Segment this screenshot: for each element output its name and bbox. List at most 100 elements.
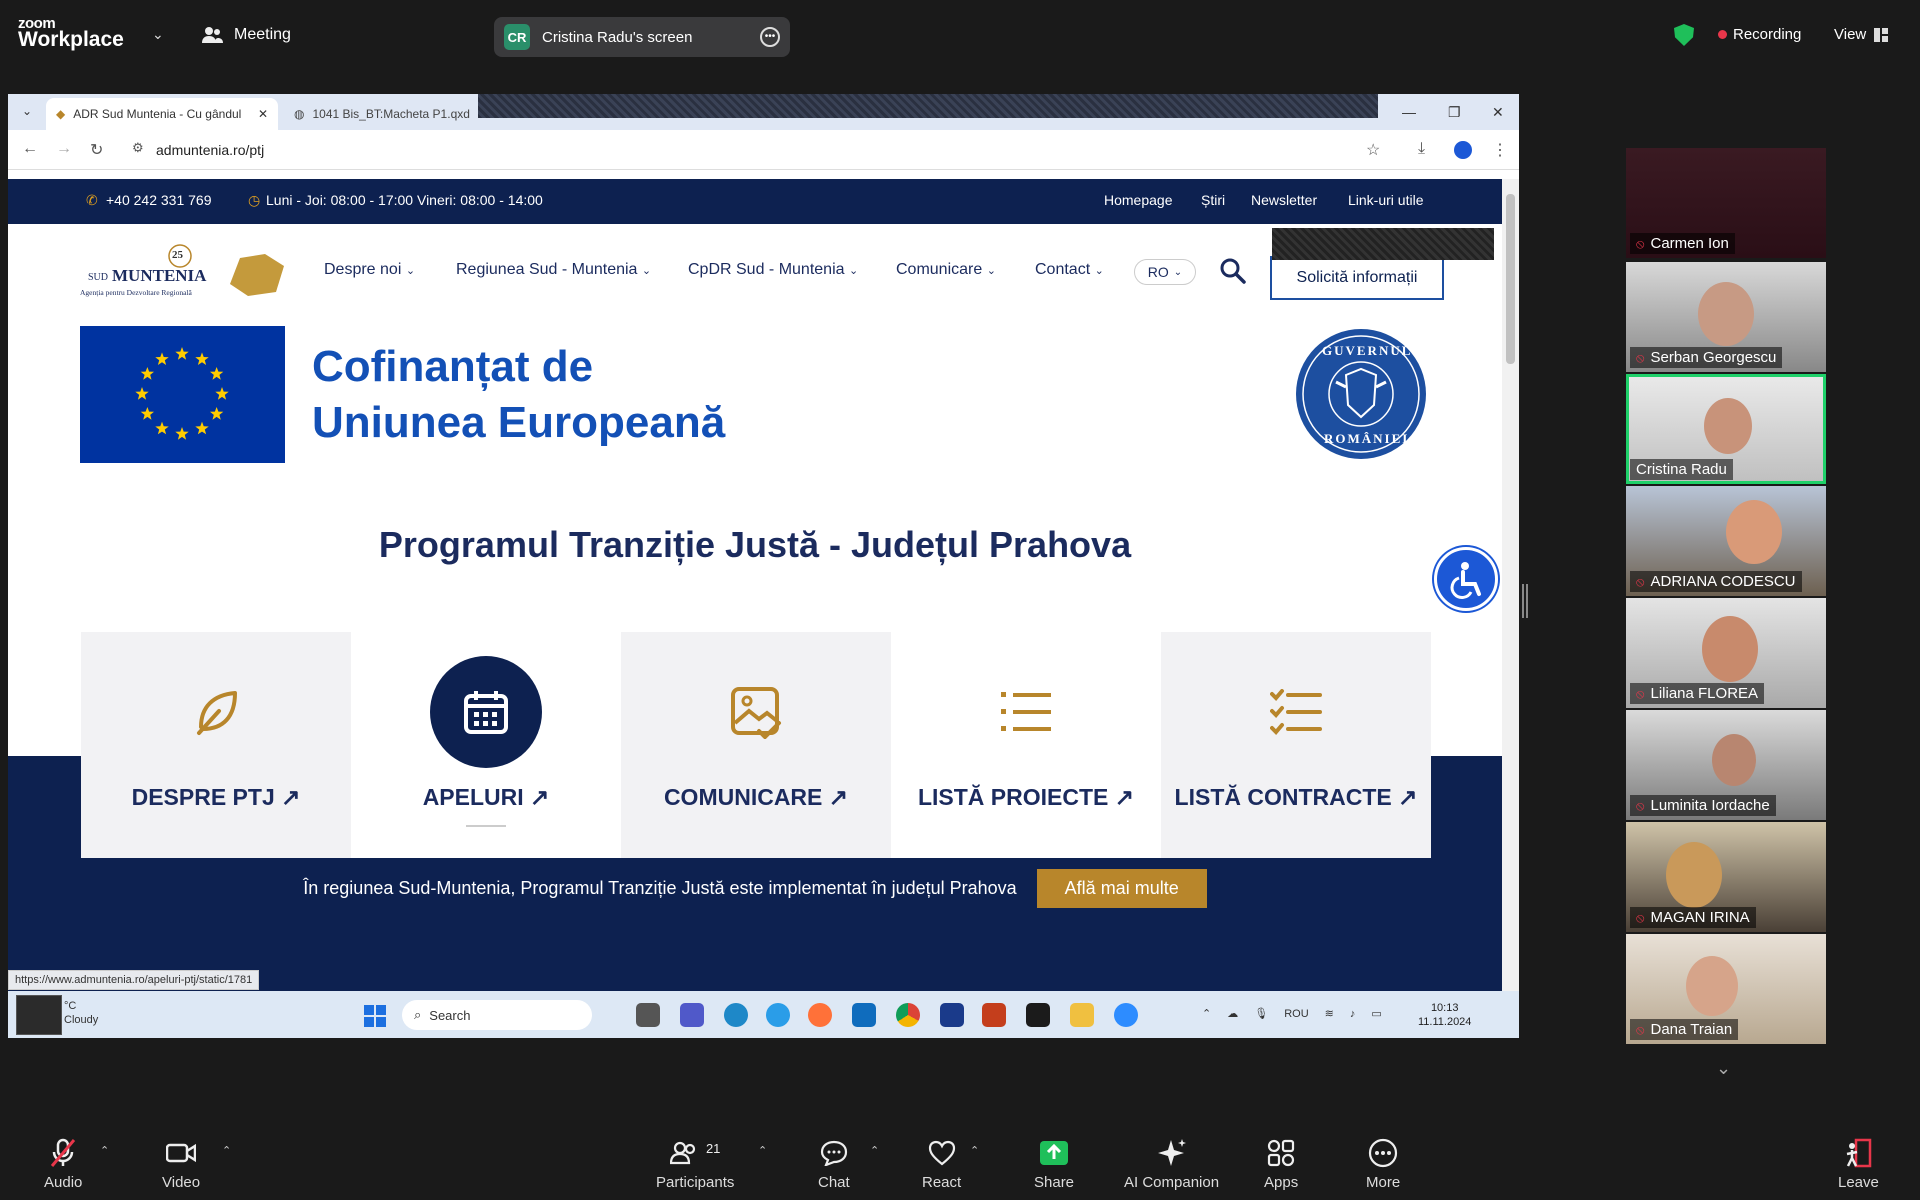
share-button[interactable]: Share	[1034, 1138, 1074, 1191]
restore-icon[interactable]: ❐	[1448, 104, 1461, 121]
webex-icon[interactable]	[940, 1003, 964, 1027]
language-select[interactable]: RO ⌄	[1134, 259, 1196, 285]
chevron-down-icon[interactable]: ⌄	[152, 26, 164, 43]
video-button[interactable]: Video	[162, 1138, 200, 1191]
participant-tile[interactable]: ⦸ Luminita Iordache	[1626, 710, 1826, 820]
panel-resize-handle[interactable]	[1522, 584, 1528, 618]
wifi-icon[interactable]: ≋	[1325, 1007, 1334, 1020]
apps-button[interactable]: Apps	[1264, 1138, 1298, 1191]
search-icon[interactable]	[1220, 258, 1246, 289]
react-button[interactable]: React	[922, 1138, 961, 1191]
teams-icon[interactable]	[680, 1003, 704, 1027]
react-options-caret[interactable]: ⌃	[970, 1144, 979, 1157]
leave-button[interactable]: Leave	[1838, 1138, 1879, 1191]
chevron-up-icon[interactable]: ⌃	[1202, 1007, 1211, 1020]
file-explorer-icon[interactable]	[1070, 1003, 1094, 1027]
nav-regiunea[interactable]: Regiunea Sud - Muntenia ⌄	[456, 261, 651, 279]
task-view-icon[interactable]	[636, 1003, 660, 1027]
tab-menu-icon[interactable]: ⌄	[22, 104, 32, 118]
view-button[interactable]: View	[1834, 26, 1889, 43]
chat-options-caret[interactable]: ⌃	[870, 1144, 879, 1157]
volume-icon[interactable]: ♪	[1350, 1008, 1356, 1020]
more-options-icon[interactable]: •••	[760, 27, 780, 47]
kebab-menu-icon[interactable]: ⋮	[1492, 140, 1508, 160]
minimize-icon[interactable]: —	[1402, 104, 1416, 120]
recording-indicator[interactable]: Recording	[1718, 26, 1801, 43]
eu-star	[155, 352, 169, 365]
screen-share-indicator[interactable]: CR Cristina Radu's screen •••	[494, 17, 790, 57]
chevron-down-icon[interactable]: ⌄	[1716, 1058, 1731, 1079]
card-lista-proiecte[interactable]: LISTĂ PROIECTE ↗	[891, 632, 1161, 858]
bookmark-star-icon[interactable]: ☆	[1366, 140, 1380, 160]
site-info-icon[interactable]: ⚙	[132, 140, 144, 156]
more-button[interactable]: More	[1366, 1138, 1400, 1191]
card-lista-contracte[interactable]: LISTĂ CONTRACTE ↗	[1161, 632, 1431, 858]
powerpoint-icon[interactable]	[982, 1003, 1006, 1027]
toplink-newsletter[interactable]: Newsletter	[1251, 192, 1317, 208]
taskbar-search-label: Search	[429, 1007, 471, 1023]
participant-tile-active-speaker[interactable]: Cristina Radu	[1626, 374, 1826, 484]
acrobat-icon[interactable]	[1026, 1003, 1050, 1027]
weather-widget-icon[interactable]	[16, 995, 62, 1035]
back-icon[interactable]: ←	[22, 140, 38, 158]
card-apeluri[interactable]: APELURI ↗	[351, 632, 621, 858]
profile-avatar[interactable]	[1454, 141, 1472, 159]
input-language[interactable]: ROU	[1284, 1008, 1308, 1020]
security-shield-icon[interactable]	[1674, 24, 1694, 46]
microphone-icon[interactable]: 🎙	[1254, 1007, 1268, 1020]
browser-tab[interactable]: ◍ 1041 Bis_BT:Macheta P1.qxd	[284, 98, 484, 130]
reload-icon[interactable]: ↻	[90, 140, 103, 160]
weather-text[interactable]: °C Cloudy	[64, 999, 98, 1027]
cloud-icon[interactable]: ☁	[1227, 1007, 1238, 1020]
participants-button[interactable]: 21 Participants	[656, 1138, 734, 1192]
participant-tile[interactable]: ⦸ Serban Georgescu	[1626, 262, 1826, 372]
participant-tile[interactable]: ⦸ Dana Traian	[1626, 934, 1826, 1044]
url-input[interactable]: admuntenia.ro/ptj	[156, 142, 264, 158]
taskbar-search[interactable]: ⌕ Search	[402, 1000, 592, 1030]
participant-tile[interactable]: ⦸ Carmen Ion	[1626, 148, 1826, 258]
battery-icon[interactable]: ▭	[1371, 1007, 1381, 1020]
participant-tile[interactable]: ⦸ ADRIANA CODESCU	[1626, 486, 1826, 596]
meeting-button[interactable]: Meeting	[202, 26, 291, 44]
nav-cpdr[interactable]: CpDR Sud - Muntenia ⌄	[688, 261, 858, 279]
participant-tile[interactable]: ⦸ Liliana FLOREA	[1626, 598, 1826, 708]
close-tab-icon[interactable]: ✕	[258, 107, 268, 121]
phone-number[interactable]: +40 242 331 769	[106, 192, 212, 208]
video-options-caret[interactable]: ⌃	[222, 1144, 231, 1157]
toplink-homepage[interactable]: Homepage	[1104, 192, 1173, 208]
browser-tab-active[interactable]: ◆ ADR Sud Muntenia - Cu gândul ✕	[46, 98, 278, 130]
learn-more-button[interactable]: Află mai multe	[1036, 869, 1207, 908]
download-icon[interactable]: ⤓	[1418, 140, 1425, 158]
participants-options-caret[interactable]: ⌃	[758, 1144, 767, 1157]
zoom-app-icon[interactable]	[1114, 1003, 1138, 1027]
windows-start-icon[interactable]	[364, 1005, 386, 1027]
adr-logo[interactable]: 25 SUD MUNTENIA Agenția pentru Dezvoltar…	[80, 244, 286, 306]
copilot-icon[interactable]	[766, 1003, 790, 1027]
edge-icon[interactable]	[724, 1003, 748, 1027]
ai-companion-button[interactable]: AI Companion	[1124, 1138, 1219, 1191]
toplink-stiri[interactable]: Știri	[1201, 192, 1225, 208]
scrollbar-thumb[interactable]	[1506, 194, 1515, 364]
nav-despre-noi[interactable]: Despre noi ⌄	[324, 261, 415, 279]
accessibility-icon[interactable]	[1434, 547, 1498, 611]
card-despre-ptj[interactable]: DESPRE PTJ ↗	[81, 632, 351, 858]
request-info-button[interactable]: Solicită informații	[1270, 256, 1444, 300]
audio-options-caret[interactable]: ⌃	[100, 1144, 109, 1157]
nav-comunicare[interactable]: Comunicare ⌄	[896, 261, 996, 279]
chat-button[interactable]: Chat	[818, 1138, 850, 1191]
card-comunicare[interactable]: COMUNICARE ↗	[621, 632, 891, 858]
forward-icon[interactable]: →	[56, 140, 72, 158]
outlook-icon[interactable]	[852, 1003, 876, 1027]
chrome-icon[interactable]	[896, 1003, 920, 1027]
firefox-icon[interactable]	[808, 1003, 832, 1027]
muted-mic-icon: ⦸	[1636, 797, 1645, 813]
muted-mic-icon	[50, 1138, 76, 1168]
muted-mic-icon: ⦸	[1636, 573, 1645, 589]
apps-icon	[1267, 1138, 1295, 1168]
participant-tile[interactable]: ⦸ MAGAN IRINA	[1626, 822, 1826, 932]
toplink-useful-links[interactable]: Link-uri utile	[1348, 192, 1423, 208]
audio-button[interactable]: Audio	[44, 1138, 82, 1191]
close-window-icon[interactable]: ✕	[1492, 104, 1504, 121]
nav-contact[interactable]: Contact ⌄	[1035, 261, 1104, 279]
clock[interactable]: 10:13 11.11.2024	[1418, 1001, 1471, 1029]
